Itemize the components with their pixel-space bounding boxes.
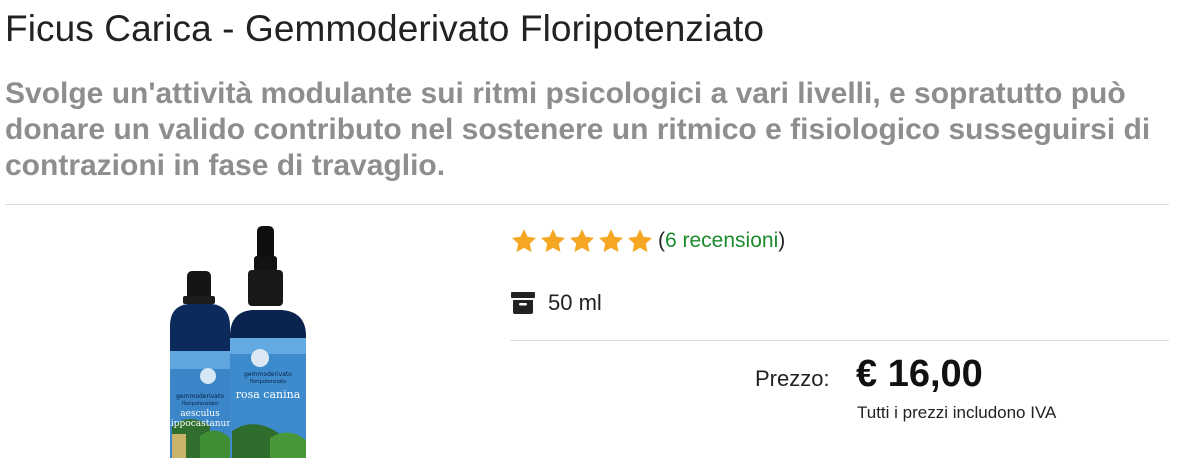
bottle-aesculus: gemmoderivato floripotenziato aesculus h… xyxy=(165,271,235,458)
star-icon xyxy=(598,229,624,252)
star-icon xyxy=(540,229,566,252)
price-label: Prezzo: xyxy=(755,366,830,391)
archive-box-icon xyxy=(511,292,535,314)
star-rating[interactable] xyxy=(510,227,654,255)
svg-text:gemmoderivato: gemmoderivato xyxy=(176,393,224,400)
product-description: Svolge un'attività modulante sui ritmi p… xyxy=(5,77,1151,182)
reviews-paren-open: ( xyxy=(658,229,665,252)
svg-text:floripotenziato: floripotenziato xyxy=(182,401,218,407)
header-divider xyxy=(5,204,1169,205)
svg-text:gemmoderivato: gemmoderivato xyxy=(244,371,292,378)
price-value: € 16,00 xyxy=(856,353,983,395)
svg-text:floripotenziato: floripotenziato xyxy=(250,379,286,385)
star-icon xyxy=(627,229,653,252)
size-value: 50 ml xyxy=(548,290,602,315)
product-page: Ficus Carica - Gemmoderivato Floripotenz… xyxy=(0,0,1192,458)
size-row: 50 ml xyxy=(511,290,602,316)
product-image[interactable]: gemmoderivato floripotenziato aesculus h… xyxy=(160,226,310,458)
star-icon xyxy=(511,229,537,252)
product-title: Ficus Carica - Gemmoderivato Floripotenz… xyxy=(5,8,765,49)
svg-text:rosa canina: rosa canina xyxy=(236,388,301,401)
reviews-paren-close: ) xyxy=(778,229,786,252)
price-divider xyxy=(510,340,1169,341)
price-vat-note: Tutti i prezzi includono IVA xyxy=(857,403,1057,422)
svg-text:aesculus: aesculus xyxy=(180,409,220,419)
reviews-link[interactable]: 6 recensioni xyxy=(665,229,778,253)
star-icon xyxy=(569,229,595,252)
bottle-rosa-canina: gemmoderivato floripotenziato rosa canin… xyxy=(230,226,306,458)
product-bottles-illustration: gemmoderivato floripotenziato aesculus h… xyxy=(165,226,306,458)
rating-row: ( 6 recensioni ) xyxy=(510,227,785,255)
svg-text:hippocastanum: hippocastanum xyxy=(165,419,235,429)
